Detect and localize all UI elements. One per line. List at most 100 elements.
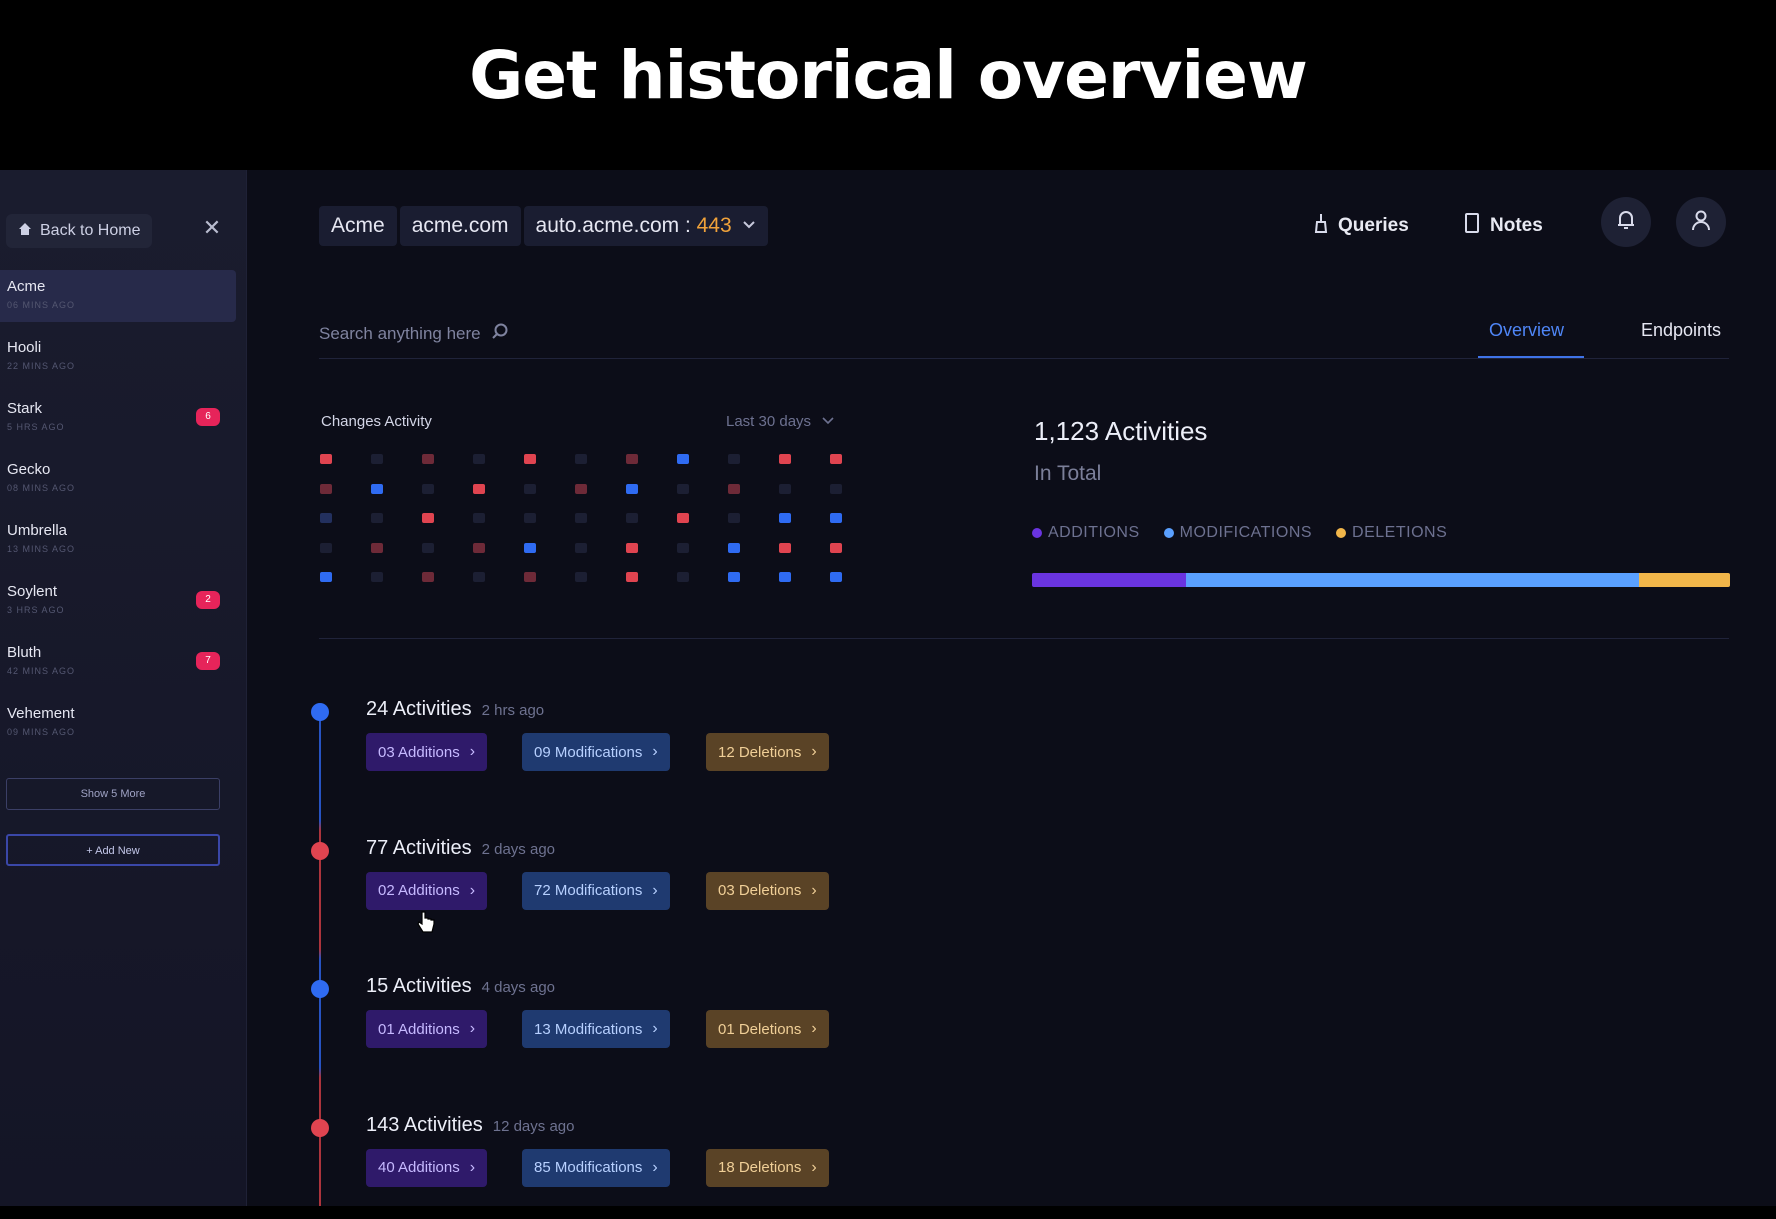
tab-endpoints[interactable]: Endpoints bbox=[1641, 320, 1721, 341]
entry-title: 143 Activities bbox=[366, 1113, 483, 1136]
modifications-button[interactable]: 09 Modifications › bbox=[522, 733, 670, 771]
video-caption: Get historical overview bbox=[469, 36, 1308, 114]
timeline-entry: 24 Activities 2 hrs ago 03 Additions › 09 Mo… bbox=[300, 698, 900, 803]
sidebar-item[interactable]: Stark 5 HRS AGO 6 bbox=[0, 392, 236, 444]
sidebar-item-time: 08 MINS AGO bbox=[7, 483, 76, 493]
additions-label: 01 Additions bbox=[378, 1020, 460, 1038]
chevron-right-icon: › bbox=[469, 1158, 476, 1176]
queries-button[interactable]: Queries bbox=[1312, 206, 1409, 246]
section-divider bbox=[319, 638, 1729, 639]
deletions-label: 01 Deletions bbox=[718, 1020, 802, 1038]
additions-label: 03 Additions bbox=[378, 743, 460, 761]
activity-cell bbox=[371, 483, 383, 494]
sidebar-item-label: Hooli bbox=[7, 339, 42, 356]
chevron-right-icon: › bbox=[469, 881, 476, 899]
breadcrumb: Acme acme.com auto.acme.com : 443 bbox=[319, 206, 768, 246]
changes-activity-title: Changes Activity bbox=[321, 413, 432, 430]
sidebar-item-label: Vehement bbox=[7, 705, 75, 722]
additions-button[interactable]: 01 Additions › bbox=[366, 1010, 488, 1048]
modifications-label: 13 Modifications bbox=[534, 1020, 643, 1038]
crumb-domain[interactable]: acme.com bbox=[399, 206, 521, 246]
entry-time: 12 days ago bbox=[492, 1117, 575, 1135]
deletions-label: 18 Deletions bbox=[718, 1159, 802, 1176]
activity-cell bbox=[524, 513, 536, 523]
sidebar-item-time: 3 HRS AGO bbox=[7, 605, 65, 615]
chevron-down-icon bbox=[821, 413, 835, 430]
activity-cell bbox=[524, 572, 536, 582]
deletions-button[interactable]: 03 Deletions › bbox=[706, 871, 829, 910]
deletions-label: 12 Deletions bbox=[718, 743, 802, 761]
activity-cell bbox=[626, 513, 638, 523]
activity-cell bbox=[320, 483, 332, 494]
deletions-button[interactable]: 01 Deletions › bbox=[706, 1010, 829, 1048]
search-input[interactable]: Search anything here bbox=[319, 322, 509, 345]
sidebar-item[interactable]: Vehement 09 MINS AGO bbox=[0, 697, 236, 749]
notes-label: Notes bbox=[1490, 215, 1543, 236]
crumb-org[interactable]: Acme bbox=[319, 206, 397, 246]
host-selector[interactable]: auto.acme.com : 443 bbox=[523, 206, 768, 246]
notifications-button[interactable] bbox=[1601, 197, 1651, 247]
modifications-label: 09 Modifications bbox=[534, 743, 643, 761]
activity-cell bbox=[779, 542, 791, 553]
broom-icon bbox=[1312, 213, 1328, 239]
notification-badge: 2 bbox=[196, 591, 220, 609]
sidebar-item[interactable]: Umbrella 13 MINS AGO bbox=[0, 514, 236, 566]
timeline-node bbox=[311, 1118, 329, 1137]
modifications-button[interactable]: 72 Modifications › bbox=[522, 871, 670, 910]
sidebar-item[interactable]: Acme 06 MINS AGO bbox=[0, 270, 236, 322]
modifications-button[interactable]: 85 Modifications › bbox=[522, 1148, 670, 1187]
sidebar-item-time: 06 MINS AGO bbox=[7, 300, 76, 310]
chevron-right-icon: › bbox=[811, 1020, 817, 1037]
sidebar-item-label: Soylent bbox=[7, 583, 58, 600]
home-icon bbox=[18, 222, 32, 241]
activity-cell bbox=[473, 454, 485, 464]
notes-button[interactable]: Notes bbox=[1464, 206, 1543, 246]
legend-dot bbox=[1032, 527, 1042, 538]
activity-cell bbox=[677, 454, 689, 464]
tab-overview[interactable]: Overview bbox=[1489, 320, 1564, 341]
timeline-entry: 77 Activities 2 days ago 02 Additions › 72 M… bbox=[300, 837, 900, 942]
activity-distribution-bar bbox=[1032, 573, 1730, 587]
modifications-button[interactable]: 13 Modifications › bbox=[522, 1010, 670, 1048]
additions-button[interactable]: 40 Additions › bbox=[366, 1148, 488, 1187]
sidebar-item[interactable]: Bluth 42 MINS AGO 7 bbox=[0, 636, 236, 688]
activity-cell bbox=[830, 542, 842, 553]
activity-cell bbox=[575, 483, 587, 494]
back-to-home-button[interactable]: Back to Home bbox=[6, 214, 153, 248]
additions-button[interactable]: 02 Additions › bbox=[366, 871, 488, 910]
activity-cell bbox=[677, 513, 689, 523]
queries-label: Queries bbox=[1338, 215, 1409, 236]
add-new-button[interactable]: + Add New bbox=[6, 834, 220, 866]
sidebar-item[interactable]: Gecko 08 MINS AGO bbox=[0, 453, 236, 505]
additions-label: 40 Additions bbox=[378, 1159, 460, 1176]
activity-cell bbox=[473, 542, 485, 553]
legend-item: DELETIONS bbox=[1336, 524, 1447, 542]
chevron-right-icon: › bbox=[469, 743, 476, 760]
additions-button[interactable]: 03 Additions › bbox=[366, 733, 488, 771]
activity-cell bbox=[626, 542, 638, 553]
sidebar-item[interactable]: Soylent 3 HRS AGO 2 bbox=[0, 575, 236, 627]
activity-cell bbox=[422, 454, 434, 464]
mouse-pointer-icon bbox=[416, 910, 438, 941]
activity-cell bbox=[524, 483, 536, 494]
date-range-dropdown[interactable]: Last 30 days bbox=[726, 413, 835, 430]
port-label: 443 bbox=[696, 214, 732, 237]
activity-cell bbox=[575, 572, 587, 582]
legend-dot bbox=[1336, 527, 1347, 538]
activity-cell bbox=[830, 483, 842, 494]
activity-cell bbox=[677, 542, 689, 553]
show-more-button[interactable]: Show 5 More bbox=[6, 778, 220, 810]
sidebar-item-time: 42 MINS AGO bbox=[7, 666, 76, 676]
activity-cell bbox=[779, 483, 791, 494]
activity-cell bbox=[830, 513, 842, 523]
sidebar-item[interactable]: Hooli 22 MINS AGO bbox=[0, 331, 236, 383]
modifications-label: 72 Modifications bbox=[534, 882, 643, 899]
activity-cell bbox=[320, 542, 332, 553]
activity-cell bbox=[677, 572, 689, 582]
close-icon[interactable]: ✕ bbox=[200, 216, 224, 240]
activity-cell bbox=[422, 542, 434, 553]
deletions-button[interactable]: 18 Deletions › bbox=[706, 1148, 829, 1187]
deletions-button[interactable]: 12 Deletions › bbox=[706, 733, 829, 771]
profile-button[interactable] bbox=[1676, 197, 1726, 247]
timeline-node bbox=[311, 841, 329, 860]
